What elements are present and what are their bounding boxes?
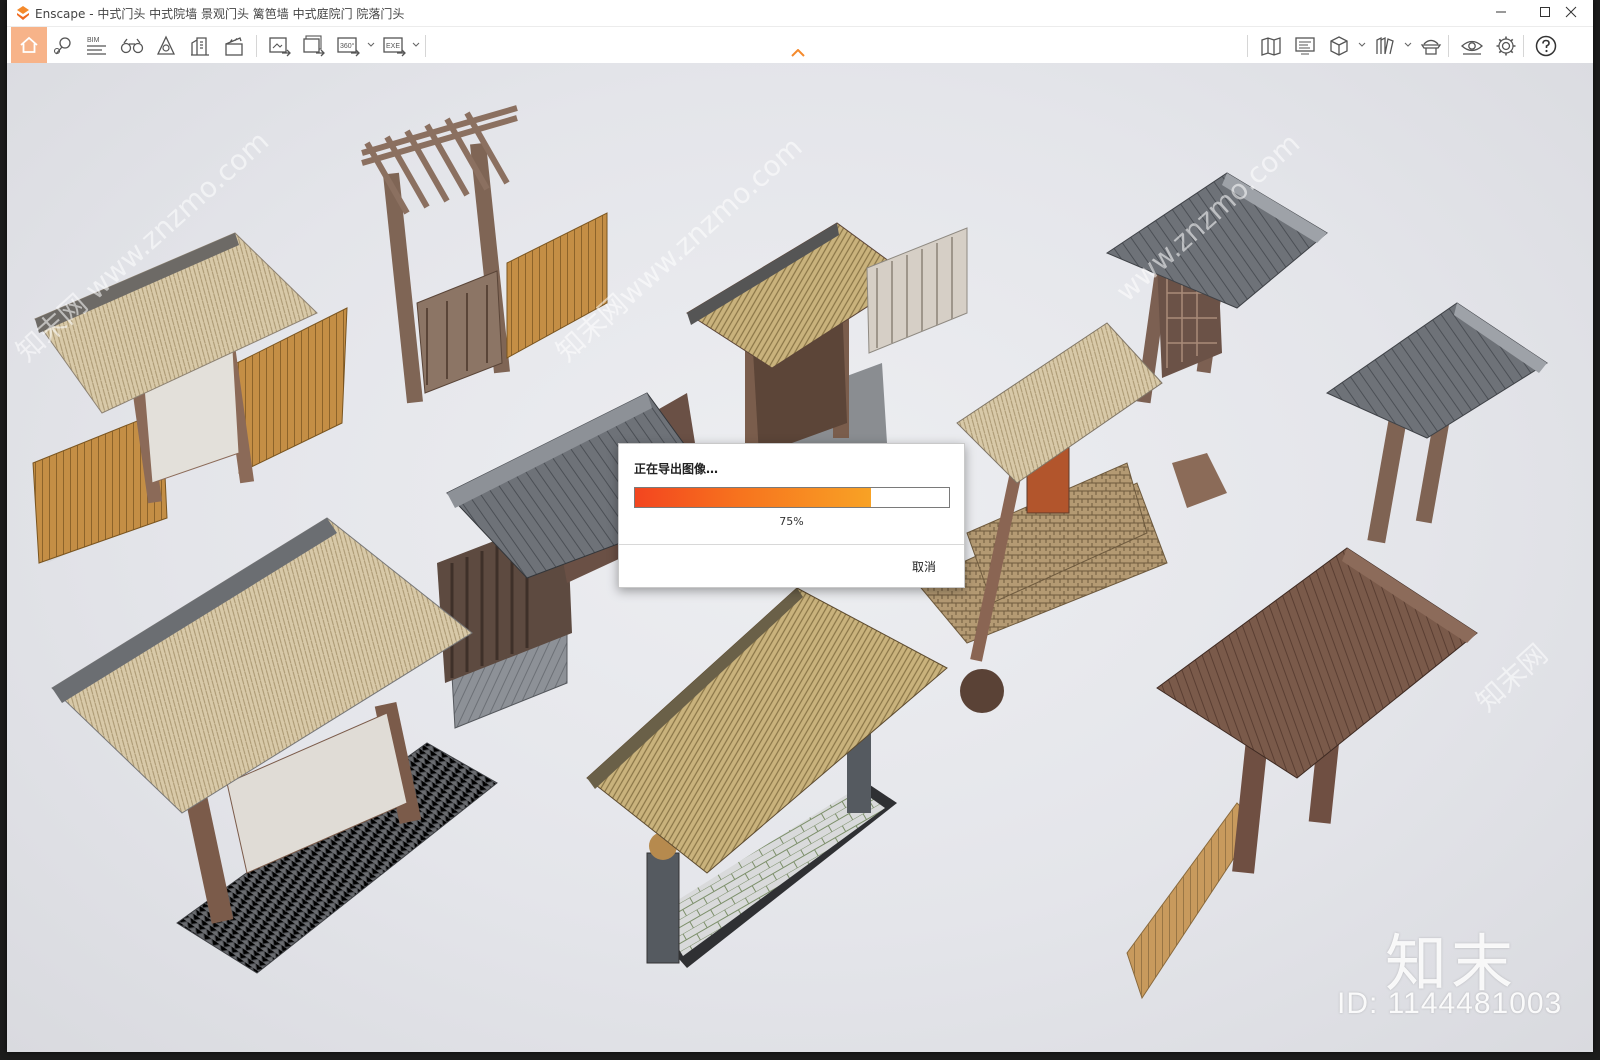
- toolbar-separator: [1448, 35, 1449, 57]
- title-bar: Enscape - 中式门头 中式院墙 景观门头 篱笆墙 中式庭院门 院落门头: [7, 0, 1593, 27]
- bim-icon: BIM: [87, 37, 106, 55]
- help-icon: [1535, 35, 1557, 57]
- home-button[interactable]: [11, 27, 47, 63]
- exe-export-icon: EXE: [383, 37, 406, 57]
- toolbar-separator: [425, 35, 426, 57]
- library-icon: [1376, 36, 1394, 55]
- monitor-icon: [1295, 37, 1315, 55]
- light-view-icon: [156, 35, 176, 55]
- library-dropdown-caret-icon[interactable]: [1404, 41, 1412, 49]
- cancel-button[interactable]: 取消: [912, 558, 936, 575]
- video-editor-button[interactable]: [218, 29, 250, 61]
- dialog-divider: [619, 544, 964, 545]
- straw-roof-paved-gate: [51, 517, 498, 974]
- batch-export-icon: [303, 35, 325, 57]
- bim-label: BIM: [87, 37, 100, 44]
- batch-export-button[interactable]: [297, 29, 329, 61]
- light-view-button[interactable]: [150, 29, 182, 61]
- toolbar-collapse-icon[interactable]: [791, 49, 805, 57]
- cube-icon: [1330, 36, 1348, 56]
- view-mode-button[interactable]: [1323, 29, 1355, 61]
- exe-export-button[interactable]: EXE: [377, 29, 409, 61]
- dialog-title: 正在导出图像…: [634, 462, 719, 476]
- thatch-roof-paver-gate: [586, 587, 948, 968]
- tile-roof-post-gate: [1325, 302, 1548, 544]
- clapper-icon: [225, 37, 243, 56]
- map-icon: [1261, 37, 1281, 56]
- panorama-360-icon: 360°: [337, 37, 360, 57]
- enscape-logo-icon: [17, 6, 29, 20]
- asset-hat-icon: [1420, 39, 1442, 55]
- close-button[interactable]: [1549, 0, 1593, 26]
- settings-button[interactable]: [1490, 29, 1522, 61]
- exe-label: EXE: [386, 43, 400, 50]
- views-button[interactable]: [115, 29, 147, 61]
- progress-bar: [634, 487, 950, 508]
- monitor-button[interactable]: [1289, 29, 1321, 61]
- toolbar-separator: [1247, 35, 1248, 57]
- gear-icon: [1496, 36, 1516, 56]
- pano-label: 360°: [340, 42, 355, 50]
- eye-icon: [1461, 40, 1483, 55]
- export-dropdown-caret-icon[interactable]: [412, 41, 420, 49]
- panorama-export-button[interactable]: 360°: [331, 29, 363, 61]
- screenshot-export-button[interactable]: [263, 29, 295, 61]
- toolbar: BIM 360° EXE: [7, 27, 1593, 63]
- progress-percent: 75%: [779, 515, 804, 528]
- app-window: Enscape - 中式门头 中式院墙 景观门头 篱笆墙 中式庭院门 院落门头: [7, 0, 1593, 1052]
- diagonal-watermark: 知末网: [1470, 637, 1555, 718]
- location-pin-icon: [53, 37, 71, 55]
- minimize-button[interactable]: [1479, 0, 1523, 26]
- toolbar-separator: [256, 35, 257, 57]
- home-icon: [20, 36, 38, 53]
- progress-fill: [635, 488, 871, 507]
- screenshot-export-icon: [269, 37, 291, 57]
- minimize-icon: [1496, 11, 1506, 13]
- asset-library-button[interactable]: [1415, 29, 1447, 61]
- export-progress-dialog: 正在导出图像… 75% 取消: [618, 443, 965, 588]
- binoculars-icon: [120, 38, 144, 54]
- location-button[interactable]: [47, 29, 79, 61]
- close-icon: [1565, 6, 1577, 18]
- id-watermark: ID: 1144481003: [1337, 987, 1563, 1020]
- map-button[interactable]: [1255, 29, 1287, 61]
- window-title: Enscape - 中式门头 中式院墙 景观门头 篱笆墙 中式庭院门 院落门头: [35, 7, 405, 21]
- library-button[interactable]: [1369, 29, 1401, 61]
- building-icon: [191, 37, 209, 56]
- building-button[interactable]: [184, 29, 216, 61]
- view-mode-dropdown-caret-icon[interactable]: [1358, 41, 1366, 49]
- help-button[interactable]: [1529, 29, 1561, 61]
- toolbar-separator: [1523, 35, 1524, 57]
- visual-settings-button[interactable]: [1455, 29, 1487, 61]
- bim-button[interactable]: BIM: [81, 29, 113, 61]
- panorama-dropdown-caret-icon[interactable]: [367, 41, 375, 49]
